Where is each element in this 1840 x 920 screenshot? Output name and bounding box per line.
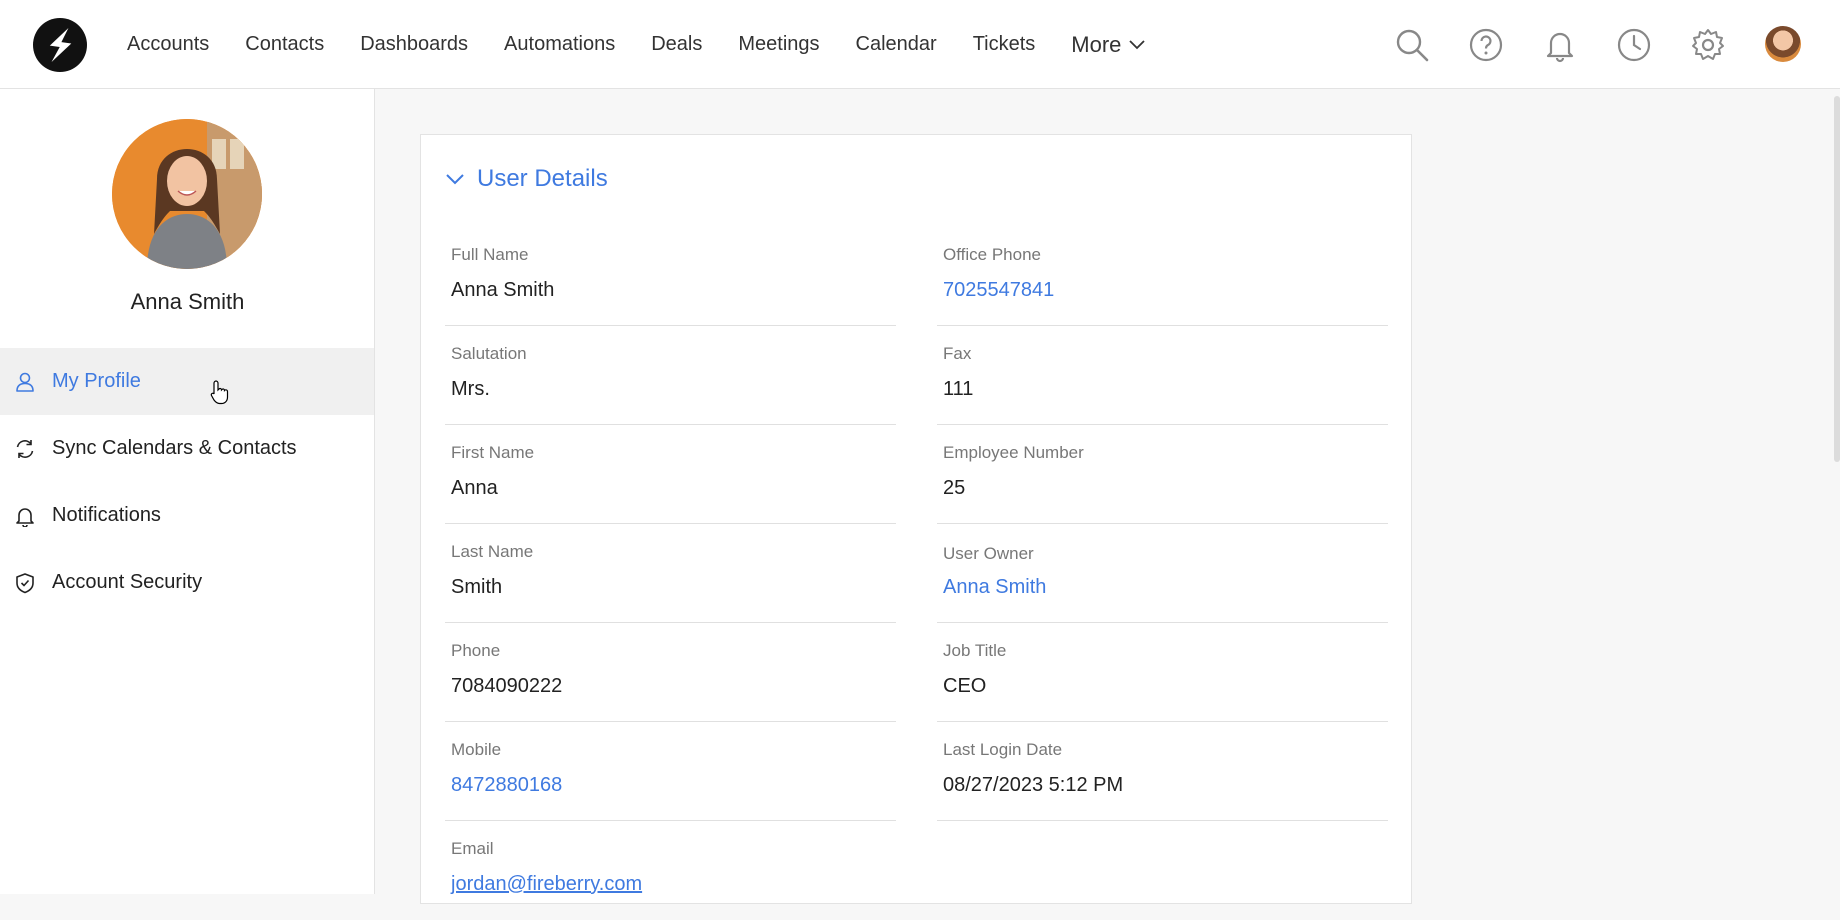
field-label: Full Name: [451, 245, 529, 264]
details-left-column: Full Name Anna Smith Salutation Mrs. Fir…: [445, 227, 896, 920]
sidebar-item-label: My Profile: [52, 370, 141, 392]
field-label: Salutation: [451, 344, 527, 363]
page-scrollbar[interactable]: [1834, 96, 1840, 462]
email-link[interactable]: jordan@fireberry.com: [451, 873, 642, 896]
field-employee-number: Employee Number 25: [937, 425, 1388, 524]
sidebar-item-label: Sync Calendars & Contacts: [52, 437, 297, 459]
profile-name: Anna Smith: [130, 289, 245, 314]
sidebar-item-label: Account Security: [52, 571, 203, 593]
top-navigation-bar: Accounts Contacts Dashboards Automations…: [0, 0, 1840, 89]
profile-menu: My Profile Sync Calendars & Contacts Not…: [0, 348, 374, 616]
field-value: Anna Smith: [451, 279, 555, 301]
profile-avatar: [112, 119, 262, 269]
sidebar-item-label: Notifications: [52, 504, 161, 526]
field-label: Employee Number: [943, 443, 1084, 462]
chevron-down-icon: [446, 174, 464, 185]
field-value: 25: [943, 477, 966, 499]
clock-icon[interactable]: [1616, 27, 1652, 63]
shield-icon: [16, 572, 34, 593]
user-avatar[interactable]: [1765, 26, 1801, 62]
nav-contacts[interactable]: Contacts: [245, 33, 324, 56]
user-owner-link[interactable]: Anna Smith: [943, 576, 1046, 599]
field-last-login-date: Last Login Date 08/27/2023 5:12 PM: [937, 722, 1388, 821]
search-icon[interactable]: [1394, 27, 1430, 63]
gear-icon[interactable]: [1690, 27, 1726, 63]
nav-accounts[interactable]: Accounts: [127, 33, 209, 56]
details-right-column: Office Phone 7025547841 Fax 111 Employee…: [937, 227, 1388, 821]
field-label: Last Login Date: [943, 740, 1063, 759]
sidebar-item-my-profile[interactable]: My Profile: [0, 348, 374, 415]
sync-icon: [16, 439, 34, 458]
field-last-name: Last Name Smith: [445, 524, 896, 623]
field-value: CEO: [943, 675, 987, 697]
nav-tickets[interactable]: Tickets: [973, 33, 1036, 56]
field-office-phone: Office Phone 7025547841: [937, 227, 1388, 326]
field-label: Job Title: [943, 641, 1007, 660]
user-details-card: User Details Full Name Anna Smith Saluta…: [420, 134, 1412, 904]
field-phone: Phone 7084090222: [445, 623, 896, 722]
sidebar-item-sync-calendars[interactable]: Sync Calendars & Contacts: [0, 415, 374, 482]
user-icon: [16, 372, 34, 392]
section-title: User Details: [477, 165, 608, 192]
field-first-name: First Name Anna: [445, 425, 896, 524]
nav-more-label: More: [1071, 31, 1122, 57]
nav-dashboards[interactable]: Dashboards: [360, 33, 468, 56]
field-label: User Owner: [943, 544, 1034, 563]
sidebar-item-account-security[interactable]: Account Security: [0, 549, 374, 616]
field-value: 7084090222: [451, 675, 563, 697]
sidebar-item-notifications[interactable]: Notifications: [0, 482, 374, 549]
app-logo[interactable]: [33, 18, 87, 72]
chevron-down-icon: [1129, 39, 1146, 49]
field-label: Fax: [943, 344, 972, 363]
bell-icon: [16, 507, 34, 527]
nav-calendar[interactable]: Calendar: [856, 33, 937, 56]
field-value: Mrs.: [451, 378, 490, 400]
nav-automations[interactable]: Automations: [504, 33, 615, 56]
help-icon[interactable]: [1468, 27, 1504, 63]
office-phone-link[interactable]: 7025547841: [943, 279, 1054, 302]
mouse-pointer-icon: [210, 380, 229, 405]
nav-deals[interactable]: Deals: [651, 33, 702, 56]
field-label: First Name: [451, 443, 535, 462]
field-fax: Fax 111: [937, 326, 1388, 425]
main-nav: Accounts Contacts Dashboards Automations…: [110, 0, 1164, 89]
nav-meetings[interactable]: Meetings: [738, 33, 819, 56]
user-details-toggle[interactable]: User Details: [445, 165, 608, 193]
field-label: Email: [451, 839, 494, 858]
field-mobile: Mobile 8472880168: [445, 722, 896, 821]
field-label: Phone: [451, 641, 501, 660]
field-email: Email jordan@fireberry.com: [445, 821, 896, 920]
field-label: Office Phone: [943, 245, 1041, 264]
field-full-name: Full Name Anna Smith: [445, 227, 896, 326]
profile-sidebar: Anna Smith My Profile Sync Calendars & C…: [0, 89, 375, 894]
field-value: Anna: [451, 477, 498, 499]
field-job-title: Job Title CEO: [937, 623, 1388, 722]
field-value: 08/27/2023 5:12 PM: [943, 774, 1124, 796]
bell-icon[interactable]: [1542, 27, 1578, 63]
field-label: Last Name: [451, 542, 534, 561]
field-user-owner: User Owner Anna Smith: [937, 524, 1388, 623]
mobile-link[interactable]: 8472880168: [451, 774, 562, 797]
field-label: Mobile: [451, 740, 502, 759]
field-value: 111: [943, 378, 974, 400]
field-salutation: Salutation Mrs.: [445, 326, 896, 425]
field-value: Smith: [451, 576, 503, 598]
nav-more-dropdown[interactable]: More: [1071, 31, 1146, 58]
